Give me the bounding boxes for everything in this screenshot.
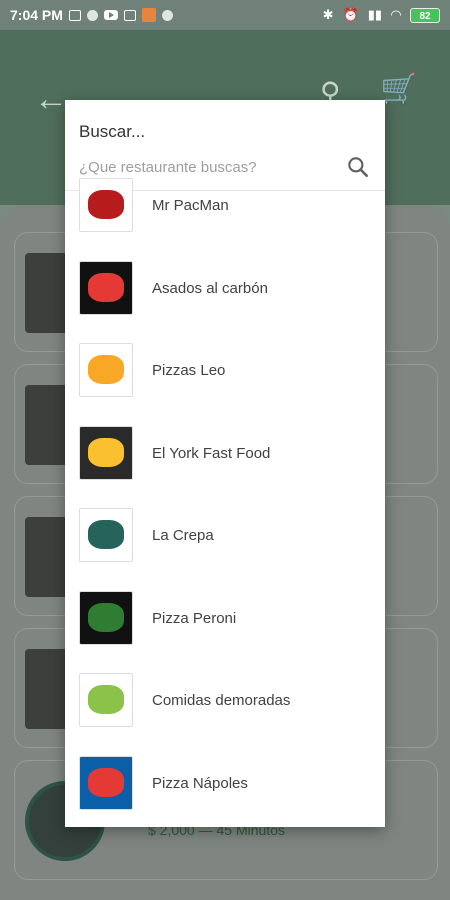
signal-icon: ▮▮: [367, 7, 382, 22]
alarm-icon: ⏰: [342, 7, 359, 22]
restaurant-logo: [79, 755, 133, 810]
restaurant-logo: [79, 425, 133, 480]
app-notification-icon: [141, 8, 156, 22]
restaurant-name: Pizza Peroni: [152, 609, 237, 627]
search-dialog: Buscar... Mr PacMan Asados al carbón Pizza…: [65, 100, 385, 827]
restaurant-result-item[interactable]: Pizzas Leo: [65, 329, 385, 411]
restaurant-result-item[interactable]: Comidas demoradas: [65, 659, 385, 741]
restaurant-name: Asados al carbón: [152, 279, 268, 297]
restaurant-name: Mr PacMan: [152, 197, 229, 214]
system-icons: ✱ ⏰ ▮▮ ◠ 82: [323, 7, 440, 23]
notification-icons: [68, 8, 173, 22]
dialog-title: Buscar...: [79, 122, 146, 141]
logo-mark: [87, 272, 125, 302]
logo-mark: [87, 190, 125, 220]
restaurant-result-item[interactable]: El York Fast Food: [65, 412, 385, 494]
back-arrow-icon[interactable]: ←: [34, 80, 68, 119]
restaurant-logo: [79, 178, 133, 232]
cart-icon[interactable]: 🛒: [380, 72, 417, 107]
notification-icon: [68, 9, 81, 21]
notification-dot-icon: [161, 9, 173, 21]
status-bar: 7:04 PM ✱ ⏰ ▮▮ ◠ 82: [0, 0, 450, 30]
status-time: 7:04 PM: [10, 7, 63, 23]
restaurant-logo: [79, 590, 133, 645]
restaurant-result-item[interactable]: La Crepa: [65, 494, 385, 576]
logo-mark: [87, 685, 125, 715]
logo-mark: [87, 602, 125, 632]
restaurant-result-item[interactable]: Pizza Nápoles: [65, 742, 385, 824]
restaurant-name: Pizza Nápoles: [152, 774, 248, 792]
restaurant-logo: [79, 343, 133, 397]
restaurant-name: Pizzas Leo: [152, 362, 226, 379]
restaurant-logo: [79, 260, 133, 315]
mail-icon: [123, 9, 136, 21]
restaurant-name: Comidas demoradas: [152, 692, 291, 709]
logo-mark: [87, 437, 125, 467]
notification-dot-icon: [86, 9, 98, 21]
logo-mark: [87, 767, 125, 797]
battery-icon: 82: [410, 7, 440, 23]
restaurant-name: El York Fast Food: [152, 444, 271, 462]
wifi-icon: ◠: [391, 7, 401, 22]
logo-mark: [87, 520, 125, 550]
restaurant-result-item[interactable]: Mr PacMan: [65, 164, 385, 246]
bluetooth-icon: ✱: [322, 7, 334, 22]
youtube-icon: [103, 10, 118, 20]
restaurant-logo: [79, 508, 133, 562]
restaurant-result-item[interactable]: Asados al carbón: [65, 247, 385, 329]
restaurant-logo: [79, 673, 133, 727]
restaurant-result-item[interactable]: Pizza Peroni: [65, 577, 385, 659]
restaurant-name: La Crepa: [152, 527, 214, 544]
logo-mark: [87, 355, 125, 385]
